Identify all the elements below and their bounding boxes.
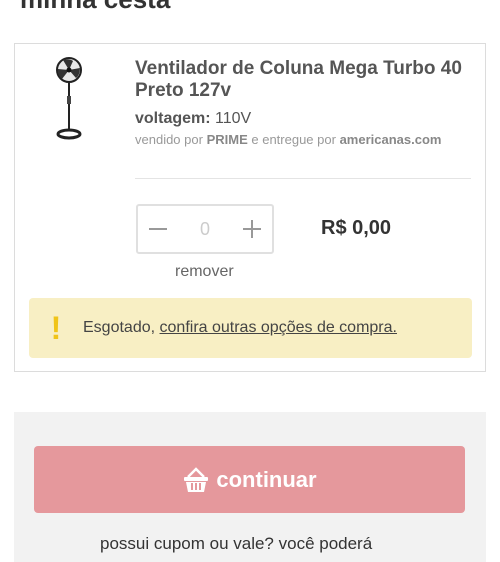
quantity-input[interactable] (185, 218, 225, 240)
item-price: R$ 0,00 (321, 217, 392, 239)
delivery-prefix: e entregue por (251, 132, 336, 147)
page-title: minha cesta (20, 0, 170, 15)
seller-info: vendido por PRIME e entregue por america… (135, 132, 441, 147)
variant-value: 110V (215, 110, 252, 127)
remove-button[interactable]: remover (175, 263, 234, 281)
cart-item-card: Ventilador de Coluna Mega Turbo 40 Preto… (14, 43, 486, 372)
variant-label: voltagem: (135, 110, 211, 127)
quantity-stepper (136, 204, 274, 254)
product-name[interactable]: Ventilador de Coluna Mega Turbo 40 Preto… (135, 58, 475, 102)
continue-button[interactable]: continuar (34, 446, 465, 513)
delivery-name: americanas.com (339, 132, 442, 147)
alert-message: Esgotado, confira outras opções de compr… (83, 319, 397, 337)
other-options-link[interactable]: confira outras opções de compra. (160, 319, 397, 336)
warning-icon: ! (50, 309, 62, 346)
seller-name: PRIME (206, 132, 248, 147)
divider (135, 178, 471, 179)
standing-fan-icon (56, 57, 82, 140)
order-summary: continuar possui cupom ou vale? você pod… (14, 412, 486, 562)
out-of-stock-alert: ! Esgotado, confira outras opções de com… (29, 298, 472, 358)
product-variant: voltagem: 110V (135, 110, 251, 128)
increase-quantity-button[interactable] (240, 217, 264, 241)
coupon-text: possui cupom ou vale? você poderá (100, 534, 373, 553)
alert-status: Esgotado, (83, 319, 156, 336)
basket-icon (184, 466, 209, 492)
seller-prefix: vendido por (135, 132, 203, 147)
continue-label: continuar (216, 466, 317, 492)
decrease-quantity-button[interactable] (146, 217, 170, 241)
